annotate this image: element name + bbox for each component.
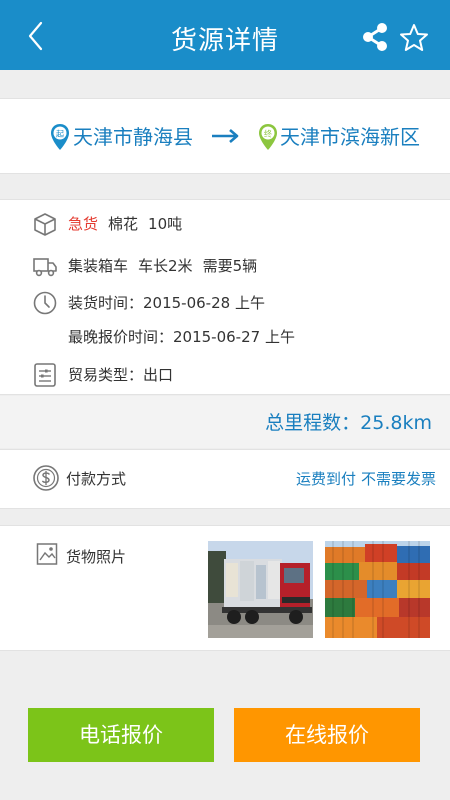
cargo-name: 棉花 [108, 215, 139, 233]
payment-method: 运费到付 [296, 470, 357, 488]
vehicle-length: 车长2米 [138, 257, 193, 275]
vehicle-count: 需要5辆 [202, 257, 258, 275]
trade-type: 贸易类型：出口 [68, 366, 174, 384]
cargo-info-section: 急货 棉花 10吨 集装箱车 车长2米 需要5辆 装货时间：2015-06-28 上午 … [0, 199, 450, 395]
cargo-photo-containers[interactable] [325, 541, 430, 638]
total-distance: 总里程数：25.8km [265, 412, 432, 434]
truck-icon [33, 258, 57, 277]
invoice-requirement: 不需要发票 [361, 470, 437, 488]
top-bar: 货源详情 [0, 0, 450, 70]
start-location: 天津市静海县 [73, 125, 193, 149]
favorite-star-icon[interactable] [398, 22, 430, 54]
cargo-photos-label: 货物照片 [66, 548, 127, 566]
urgent-tag: 急货 [68, 215, 99, 233]
cargo-photo-truck[interactable] [208, 541, 313, 638]
loading-time: 装货时间：2015-06-28 上午 [68, 294, 265, 312]
cargo-weight: 10吨 [148, 215, 183, 233]
box-icon [34, 213, 56, 236]
route-section: 起 天津市静海县 终 天津市滨海新区 [0, 98, 450, 174]
arrow-right-icon [212, 129, 239, 143]
end-pin-icon: 终 [259, 124, 277, 150]
image-icon [36, 543, 58, 565]
phone-quote-button[interactable]: 电话报价 [28, 708, 214, 762]
payment-label: 付款方式 [66, 470, 127, 488]
online-quote-button[interactable]: 在线报价 [234, 708, 420, 762]
cargo-photos-section: 货物照片 [0, 525, 450, 651]
end-location: 天津市滨海新区 [280, 125, 420, 149]
vehicle-type: 集装箱车 [68, 257, 129, 275]
payment-section: 付款方式 运费到付 不需要发票 [0, 449, 450, 509]
distance-section: 总里程数：25.8km [0, 396, 450, 448]
start-pin-badge: 起 [56, 130, 64, 139]
document-list-icon [34, 363, 56, 387]
start-pin-icon: 起 [51, 124, 69, 150]
dollar-coin-icon [33, 465, 59, 491]
latest-quote-time: 最晚报价时间：2015-06-27 上午 [68, 328, 295, 346]
clock-icon [33, 291, 57, 315]
end-pin-badge: 终 [264, 129, 272, 139]
share-icon[interactable] [360, 22, 390, 52]
